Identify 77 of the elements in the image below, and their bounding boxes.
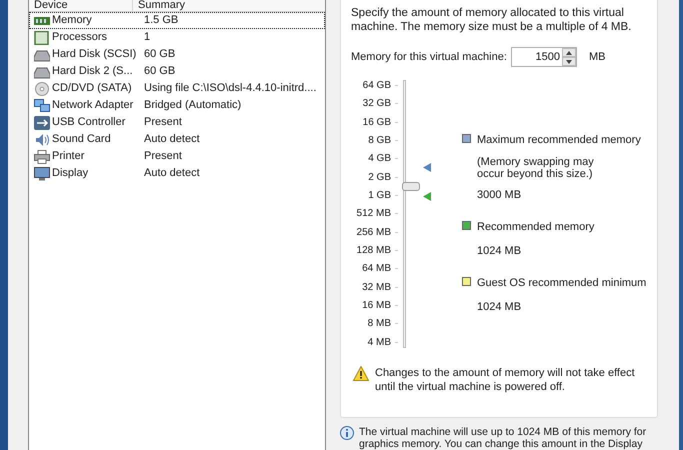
tick-label: 256 MB xyxy=(356,226,391,238)
device-summary: Auto detect xyxy=(144,132,200,148)
monitor-icon xyxy=(34,166,50,180)
tick-label: 16 MB xyxy=(362,300,391,312)
column-header[interactable]: Device xyxy=(29,0,133,11)
hard-drive-icon xyxy=(34,64,50,78)
memory-spinbox[interactable]: 1500 xyxy=(511,47,577,67)
device-row[interactable]: Processors 1 xyxy=(29,29,325,46)
device-name: USB Controller xyxy=(52,115,126,130)
device-summary: Present xyxy=(144,149,182,164)
tick-label: 8 MB xyxy=(368,318,391,330)
tick-label: 32 MB xyxy=(362,282,391,293)
legend-value: 3000 MB xyxy=(477,188,522,202)
device-summary: Auto detect xyxy=(144,166,200,182)
description-text: Specify the amount of memory allocated to this virtual machine. The memory size must be a multiple of 4 MB. xyxy=(351,6,632,34)
device-summary: 1.5 GB xyxy=(144,13,178,28)
device-row[interactable]: Sound Card Auto detect xyxy=(29,131,325,148)
device-name: Memory xyxy=(52,13,93,28)
memory-input[interactable]: 1500 xyxy=(512,48,562,66)
device-name: Hard Disk (SCSI) xyxy=(52,47,138,62)
device-name: Network Adapter xyxy=(52,98,134,114)
tick-label: 2 GB xyxy=(368,172,391,183)
tick-label: 64 MB xyxy=(362,263,391,274)
device-row[interactable]: USB Controller Present xyxy=(29,114,325,131)
spin-down-button[interactable] xyxy=(562,57,576,66)
legend-title: Recommended memory xyxy=(477,220,594,235)
tick-label: 128 MB xyxy=(356,245,391,256)
tick-label: 512 MB xyxy=(356,208,391,220)
device-summary: Present xyxy=(144,115,182,130)
tick-label: 16 GB xyxy=(362,116,391,128)
unit-label: MB xyxy=(589,50,606,65)
speaker-icon xyxy=(34,132,50,146)
legend-note: (Memory swapping may occur beyond this size.) xyxy=(477,156,595,180)
device-name: Processors xyxy=(52,30,108,46)
device-name: Printer xyxy=(52,149,86,164)
device-name: CD/DVD (SATA) xyxy=(52,81,133,96)
device-row[interactable]: Hard Disk (SCSI) 60 GB xyxy=(29,46,325,63)
device-row[interactable]: Memory 1.5 GB xyxy=(29,12,325,29)
device-row[interactable]: Network Adapter Bridged (Automatic) xyxy=(29,97,325,114)
device-row[interactable]: CD/DVD (SATA) Using file C:\ISO\dsl-4.4.10-initrd.... xyxy=(29,80,325,97)
device-row[interactable]: Printer Present xyxy=(29,148,325,165)
legend-value: 1024 MB xyxy=(477,300,522,314)
tick-label: 64 GB xyxy=(362,80,391,91)
device-summary: 1 xyxy=(144,30,150,46)
hard-drive-icon xyxy=(34,48,50,62)
warning-text: Changes to the amount of memory will not take effect until the virtual machine is powered off. xyxy=(375,366,635,394)
field-label: Memory for this virtual machine: xyxy=(351,50,508,65)
device-summary: Using file C:\ISO\dsl-4.4.10-initrd.... xyxy=(144,81,316,96)
network-icon xyxy=(34,98,50,112)
legend-value: 1024 MB xyxy=(477,244,522,258)
tick-label: 4 MB xyxy=(368,336,391,348)
legend-title: Maximum recommended memory xyxy=(477,133,641,148)
info-text: The virtual machine will use up to 1024 MB of this memory for graphics memory. You can change this amount in the Display xyxy=(359,426,648,450)
printer-icon xyxy=(34,150,50,164)
device-name: Sound Card xyxy=(52,132,112,148)
usb-icon xyxy=(34,116,50,130)
device-row[interactable]: Display Auto detect xyxy=(29,165,325,182)
disc-icon xyxy=(34,82,50,96)
tick-label: 8 GB xyxy=(368,135,391,146)
spin-up-button[interactable] xyxy=(562,48,576,57)
tick-label: 32 GB xyxy=(362,98,391,110)
chip-icon xyxy=(34,30,50,44)
up-arrow-icon xyxy=(566,50,572,54)
device-summary: 60 GB xyxy=(144,64,176,80)
legend-title: Guest OS recommended minimum xyxy=(477,276,646,291)
device-summary: 60 GB xyxy=(144,47,176,62)
tick-label: 1 GB xyxy=(368,190,391,202)
device-summary: Bridged (Automatic) xyxy=(144,98,242,114)
column-header[interactable]: Summary xyxy=(133,0,186,11)
info-icon xyxy=(340,426,354,440)
warning-icon xyxy=(353,366,369,381)
device-row[interactable]: Hard Disk 2 (S... 60 GB xyxy=(29,63,325,80)
device-name: Hard Disk 2 (S... xyxy=(52,64,134,80)
down-arrow-icon xyxy=(566,60,572,64)
device-name: Display xyxy=(52,166,90,182)
slider-thumb[interactable] xyxy=(402,182,420,191)
tick-label: 4 GB xyxy=(368,153,391,164)
